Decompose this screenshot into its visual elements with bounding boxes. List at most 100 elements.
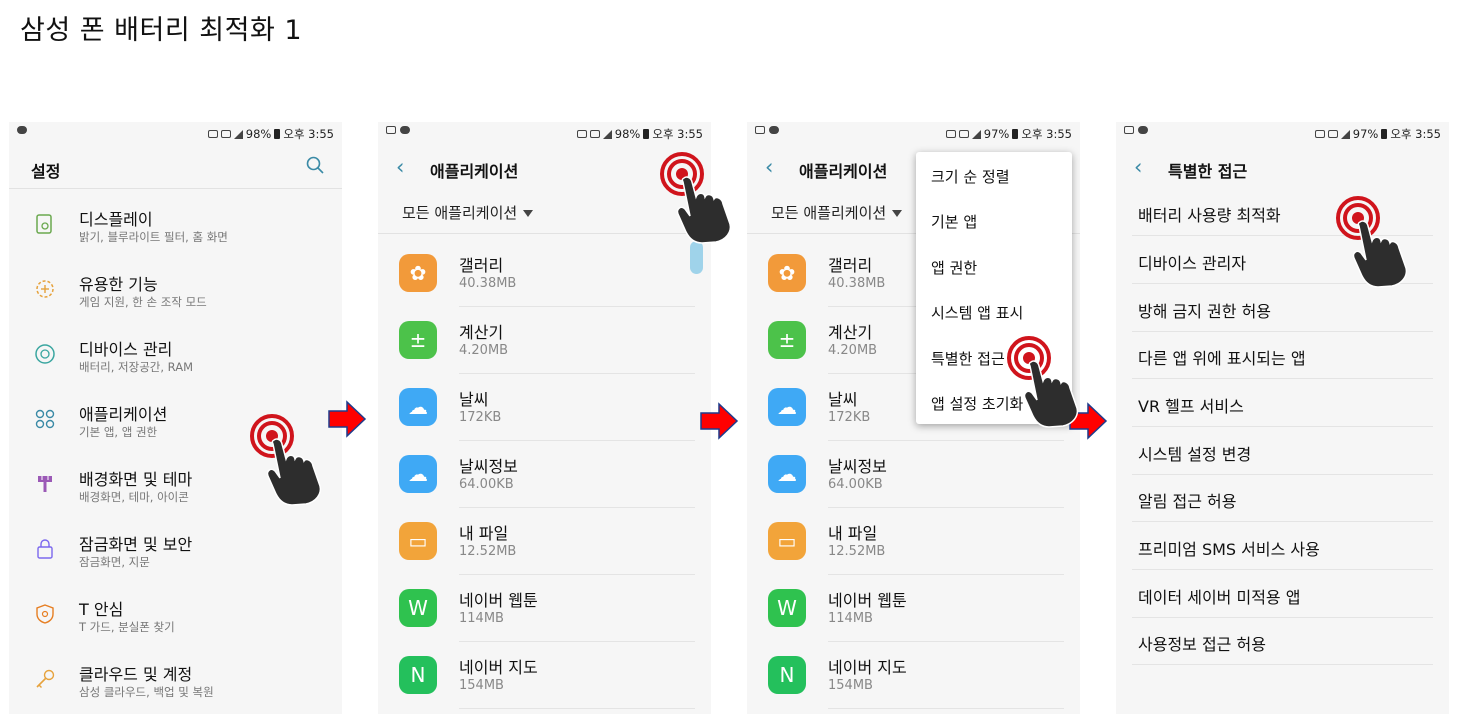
settings-item-subtitle: 배경화면, 테마, 아이콘 xyxy=(79,490,189,504)
back-icon[interactable]: ‹ xyxy=(765,155,773,179)
app-list-item[interactable]: ± 계산기 4.20MB xyxy=(378,307,711,374)
app-list-item[interactable]: ☁ 날씨 172KB xyxy=(378,374,711,441)
special-access-modify-system-settings[interactable]: 시스템 설정 변경 xyxy=(1138,441,1251,465)
divider xyxy=(1132,474,1433,475)
clock: 오후 3:55 xyxy=(1390,127,1441,141)
signal-icon xyxy=(971,129,981,139)
app-size: 114MB xyxy=(459,611,504,626)
app-list-item[interactable]: ▭ 내 파일 12.52MB xyxy=(747,508,1080,575)
back-icon[interactable]: ‹ xyxy=(396,155,404,179)
image-icon xyxy=(755,126,765,134)
app-filter-dropdown[interactable]: 모든 애플리케이션 xyxy=(771,202,903,223)
webtoon-icon: W xyxy=(399,589,437,627)
battery-percent: 98% xyxy=(614,127,641,141)
settings-item-display[interactable]: 디스플레이 밝기, 블루라이트 필터, 홈 화면 xyxy=(9,192,342,256)
image-icon xyxy=(386,126,396,134)
caret-down-icon xyxy=(523,210,534,217)
app-name: 갤러리 xyxy=(459,256,504,275)
divider xyxy=(1132,378,1433,379)
menu-item-sort-by-size[interactable]: 크기 순 정렬 xyxy=(931,166,1010,187)
app-size: 4.20MB xyxy=(459,343,509,358)
app-size: 154MB xyxy=(459,678,504,693)
mute-icon xyxy=(1314,130,1325,138)
alarm-icon xyxy=(589,130,600,138)
battery-icon xyxy=(643,129,650,139)
app-list-item[interactable]: ✿ 갤러리 40.38MB xyxy=(378,240,711,307)
settings-item-t-guard[interactable]: T 안심 T 가드, 분실폰 찾기 xyxy=(9,582,342,646)
settings-item-title: T 안심 xyxy=(79,600,124,619)
divider xyxy=(1132,521,1433,522)
tap-hand-icon xyxy=(1007,336,1091,428)
app-list-item[interactable]: N 네이버 지도 154MB xyxy=(747,642,1080,709)
special-access-vr-helper[interactable]: VR 헬프 서비스 xyxy=(1138,393,1244,417)
app-size: 172KB xyxy=(459,410,502,425)
app-list-item[interactable]: ☁ 날씨정보 64.00KB xyxy=(747,441,1080,508)
special-access-do-not-disturb[interactable]: 방해 금지 권한 허용 xyxy=(1138,298,1271,322)
battery-percent: 98% xyxy=(245,127,272,141)
screen-title: 애플리케이션 xyxy=(799,162,888,181)
special-access-usage-access[interactable]: 사용정보 접근 허용 xyxy=(1138,631,1266,655)
calculator-icon: ± xyxy=(768,321,806,359)
special-access-device-admin[interactable]: 디바이스 관리자 xyxy=(1138,250,1246,274)
image-icon xyxy=(1124,126,1134,134)
clock: 오후 3:55 xyxy=(652,127,703,141)
app-name: 갤러리 xyxy=(828,256,873,275)
app-bar: 설정 xyxy=(9,146,342,188)
page-title: 삼성 폰 배터리 최적화 1 xyxy=(20,15,303,46)
battery-icon xyxy=(1012,129,1019,139)
settings-item-title: 유용한 기능 xyxy=(79,275,158,294)
settings-item-lock-screen[interactable]: 잠금화면 및 보안 잠금화면, 지문 xyxy=(9,517,342,581)
alarm-icon xyxy=(1327,130,1338,138)
lock-icon xyxy=(37,539,53,559)
gallery-icon: ✿ xyxy=(768,254,806,292)
menu-item-show-system-apps[interactable]: 시스템 앱 표시 xyxy=(931,302,1023,323)
weather-info-icon: ☁ xyxy=(399,455,437,493)
weather-info-icon: ☁ xyxy=(768,455,806,493)
divider xyxy=(9,188,342,189)
divider xyxy=(459,708,695,709)
app-size: 4.20MB xyxy=(828,343,878,358)
signal-icon xyxy=(1340,129,1350,139)
app-list-item[interactable]: N 네이버 지도 154MB xyxy=(378,642,711,709)
special-access-draw-over-apps[interactable]: 다른 앱 위에 표시되는 앱 xyxy=(1138,345,1306,369)
app-name: 네이버 지도 xyxy=(459,658,538,677)
display-icon xyxy=(36,214,52,234)
clock: 오후 3:55 xyxy=(1021,127,1072,141)
settings-item-advanced[interactable]: 유용한 기능 게임 지원, 한 손 조작 모드 xyxy=(9,257,342,321)
gear-plus-icon xyxy=(36,280,54,298)
device-care-icon xyxy=(35,344,55,364)
special-access-premium-sms[interactable]: 프리미엄 SMS 서비스 사용 xyxy=(1138,536,1320,560)
app-list-item[interactable]: ☁ 날씨정보 64.00KB xyxy=(378,441,711,508)
settings-item-cloud-accounts[interactable]: 클라우드 및 계정 삼성 클라우드, 백업 및 복원 xyxy=(9,647,342,711)
signal-icon xyxy=(602,129,612,139)
divider xyxy=(828,708,1064,709)
app-filter-dropdown[interactable]: 모든 애플리케이션 xyxy=(402,202,534,223)
menu-item-special-access[interactable]: 특별한 접근 xyxy=(931,348,1005,369)
mute-icon xyxy=(576,130,587,138)
status-bar: 98% 오후 3:55 xyxy=(378,122,711,144)
special-access-notification-access[interactable]: 알림 접근 허용 xyxy=(1138,488,1237,512)
settings-item-subtitle: 기본 앱, 앱 권한 xyxy=(79,425,158,439)
settings-item-subtitle: T 가드, 분실폰 찾기 xyxy=(79,620,175,634)
settings-item-device-care[interactable]: 디바이스 관리 배터리, 저장공간, RAM xyxy=(9,322,342,386)
menu-item-app-permissions[interactable]: 앱 권한 xyxy=(931,257,977,278)
search-icon[interactable] xyxy=(306,156,324,174)
app-name: 내 파일 xyxy=(828,524,878,543)
message-icon xyxy=(769,126,779,134)
app-list-item[interactable]: W 네이버 웹툰 114MB xyxy=(747,575,1080,642)
clock: 오후 3:55 xyxy=(283,127,334,141)
settings-item-subtitle: 잠금화면, 지문 xyxy=(79,555,150,569)
special-access-battery-optimization[interactable]: 배터리 사용량 최적화 xyxy=(1138,202,1281,226)
battery-percent: 97% xyxy=(983,127,1010,141)
app-list-item[interactable]: ▭ 내 파일 12.52MB xyxy=(378,508,711,575)
alarm-icon xyxy=(220,130,231,138)
battery-percent: 97% xyxy=(1352,127,1379,141)
tap-hand-icon xyxy=(1336,196,1420,288)
menu-item-default-apps[interactable]: 기본 앱 xyxy=(931,211,977,232)
status-bar: 98% 오후 3:55 xyxy=(9,122,342,144)
app-name: 네이버 웹툰 xyxy=(828,591,907,610)
app-name: 내 파일 xyxy=(459,524,509,543)
special-access-data-saver[interactable]: 데이터 세이버 미적용 앱 xyxy=(1138,584,1300,608)
app-list-item[interactable]: W 네이버 웹툰 114MB xyxy=(378,575,711,642)
back-icon[interactable]: ‹ xyxy=(1134,155,1142,179)
